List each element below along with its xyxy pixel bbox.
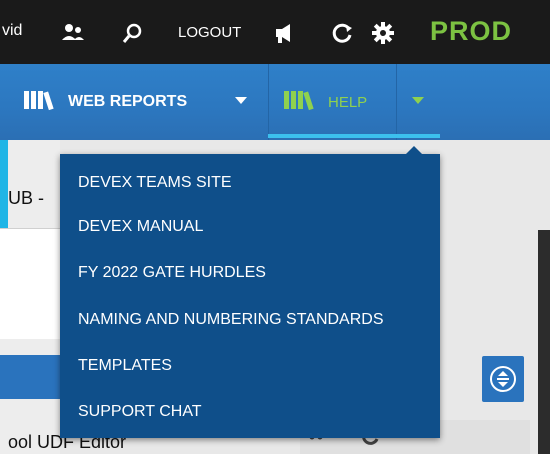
main-nav-bar: WEB REPORTS HELP (0, 64, 550, 140)
menu-item-naming-standards[interactable]: NAMING AND NUMBERING STANDARDS (78, 311, 384, 329)
search-icon[interactable] (120, 20, 146, 46)
help-books-icon (284, 89, 320, 116)
nav-divider (268, 64, 269, 140)
help-dropdown-menu: DEVEX TEAMS SITE DEVEX MANUAL FY 2022 GA… (60, 146, 440, 438)
refresh-icon[interactable] (330, 20, 356, 46)
books-icon (24, 89, 60, 116)
expand-collapse-icon (490, 366, 516, 392)
environment-label: PROD (430, 16, 513, 46)
megaphone-icon[interactable] (272, 20, 298, 46)
gear-icon[interactable] (370, 20, 396, 46)
menu-item-devex-teams-site[interactable]: DEVEX TEAMS SITE (78, 174, 232, 192)
top-bar: vid LOGOUT PROD (0, 0, 550, 64)
menu-item-devex-manual[interactable]: DEVEX MANUAL (78, 218, 203, 236)
users-icon[interactable] (60, 20, 86, 46)
scroll-toggle-button[interactable] (482, 356, 524, 402)
nav-help[interactable]: HELP (284, 64, 367, 140)
dropdown-caret (406, 146, 422, 154)
help-label: HELP (328, 93, 368, 111)
user-name[interactable]: vid (2, 22, 22, 40)
menu-item-support-chat[interactable]: SUPPORT CHAT (78, 403, 202, 421)
section-header (0, 355, 60, 399)
logout-link[interactable]: LOGOUT (178, 24, 241, 41)
nav-web-reports[interactable]: WEB REPORTS (24, 64, 187, 140)
content-panel (0, 228, 68, 339)
active-tab-indicator (268, 134, 440, 138)
menu-item-templates[interactable]: TEMPLATES (78, 357, 172, 375)
web-reports-label: WEB REPORTS (68, 93, 188, 110)
tab-title[interactable]: UB - (8, 188, 44, 209)
menu-item-fy-2022-gate-hurdles[interactable]: FY 2022 GATE HURDLES (78, 264, 266, 282)
nav-divider (396, 64, 397, 140)
scrollbar[interactable] (538, 230, 550, 454)
help-chevron-down-icon[interactable] (411, 93, 425, 111)
web-reports-chevron-down-icon[interactable] (234, 93, 248, 111)
